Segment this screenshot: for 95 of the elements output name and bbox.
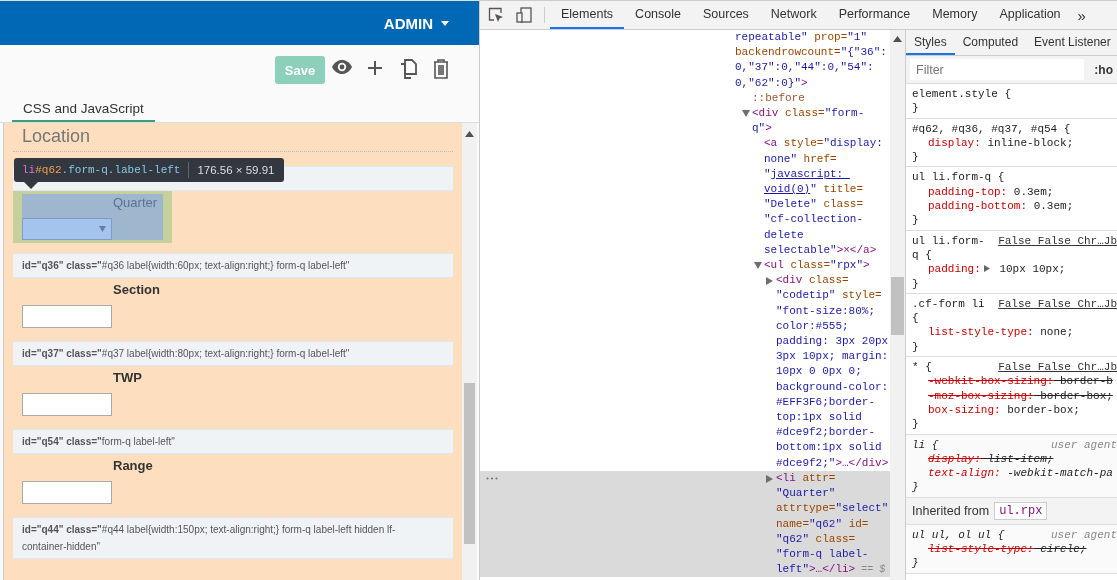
filter-field[interactable]: Filter <box>910 59 1085 80</box>
scrollbar[interactable] <box>462 123 477 580</box>
css-property: display: <box>928 452 981 465</box>
css-value: -webkit-match-pa <box>1006 467 1113 480</box>
user-menu-button[interactable]: ADMIN <box>383 14 449 32</box>
text-field[interactable] <box>22 481 112 504</box>
css-selector: ul li.form-q { <box>912 170 1005 185</box>
dropdown-field[interactable] <box>22 218 112 240</box>
css-property: display: <box>928 136 981 149</box>
scrollbar-thumb[interactable] <box>891 277 904 335</box>
scroll-up-arrow-icon[interactable] <box>893 36 902 42</box>
closing-brace: } <box>912 151 919 164</box>
tab[interactable]: Computed <box>954 30 1027 55</box>
css-value: 10px 10px; <box>998 263 1066 276</box>
code-tip: id="q37" class="#q37 label{width:80px; text-align:right;} form-q label-left" <box>13 341 453 366</box>
css-selector: li { <box>912 437 939 452</box>
field-label: TWP <box>112 369 142 387</box>
code-tip: id="q44" class="#q44 label{width:150px; text-align:right;} form-q label-left hidden lf-container-hidden" <box>13 517 453 559</box>
dom-node-text: <li attr= "Quarter" attrtype="select" name="q62" id= "q62" class= "form-q label- left">…</li> == $ <box>776 470 889 578</box>
section-title: Location <box>13 123 453 152</box>
css-property: -webkit-box-sizing: <box>928 375 1054 388</box>
css-value: list-item; <box>986 452 1054 465</box>
selected-dom-row[interactable]: <li attr= "Quarter" attrtype="select" name="q62" id= "q62" class= "form-q label- left">…</li> == $ <box>480 470 890 578</box>
element-selector: li#q62.form-q.label-left <box>22 164 181 176</box>
scroll-up-arrow-icon[interactable] <box>465 131 474 137</box>
tab[interactable]: Event Listener <box>1026 30 1117 55</box>
css-value: 0.3em; <box>1032 200 1074 213</box>
expand-triangle-icon[interactable] <box>983 265 990 273</box>
css-property: list-style-type: <box>928 326 1034 339</box>
field-label: Section <box>112 281 160 299</box>
css-value: none; <box>1039 326 1074 339</box>
devtools-tab[interactable]: Console <box>624 1 692 29</box>
devtools-tab[interactable]: Performance <box>827 1 922 29</box>
scrollbar-thumb[interactable] <box>464 383 475 544</box>
source-label: user agent <box>1050 527 1117 542</box>
eye-icon[interactable] <box>331 59 353 75</box>
text-field[interactable] <box>22 305 112 328</box>
closing-brace: } <box>912 340 919 353</box>
source-link[interactable]: False False Chr…Jb <box>992 360 1117 375</box>
css-value: circle; <box>1039 543 1087 555</box>
css-property: list-style-type: <box>928 543 1034 555</box>
collapse-triangle-icon[interactable] <box>754 262 764 270</box>
closing-brace: } <box>912 557 919 570</box>
devtools-tab[interactable]: Network <box>759 1 828 29</box>
field-label: Range <box>112 457 153 475</box>
css-selector: element.style { <box>912 87 1012 102</box>
dom-node-text: <div class= "codetip" style= "font-size:80%; color:#555; padding: 3px 20px 3px 10px; margin: 10px 0 0px 0; background-color: #EFF3F6;border- top:1px solid #dce9f2;border- bottom:1px solid #dce9f2;">…</div> <box>776 273 889 471</box>
css-value: border-box; <box>1006 403 1080 416</box>
dom-node-text: <div class="form- q"> <box>752 106 865 137</box>
dom-node-text: repeatable" prop="1" backendrowcount="{"36": 0,"37":0,"44":0,"54": 0,"62":0}"> <box>735 30 887 91</box>
code-tip: id="q54" class="form-q label-left" <box>13 429 453 454</box>
more-icon[interactable] <box>486 476 498 480</box>
code-tip: id="q36" class="#q36 label{width:60px; text-align:right;} form-q label-left" <box>13 253 453 278</box>
dom-node-text: <ul class="rpx"> <box>764 258 870 274</box>
closing-brace: } <box>912 102 919 115</box>
css-value: border-box; <box>1039 389 1113 402</box>
css-property: text-align: <box>928 467 1001 480</box>
text-field[interactable] <box>22 393 112 416</box>
css-selector: * { <box>912 360 932 375</box>
scrollbar[interactable] <box>890 30 905 580</box>
css-selector: ul ul, ol ul { <box>912 527 1005 542</box>
dropdown-arrow-icon <box>99 226 106 232</box>
css-property: -moz-box-sizing: <box>928 389 1034 402</box>
closing-brace: } <box>912 214 919 227</box>
inherited-selector[interactable]: ul.rpx <box>994 501 1048 520</box>
css-value: inline-block; <box>986 136 1074 149</box>
element-size: 176.56 × 59.91 <box>197 164 275 176</box>
css-property: padding-bottom: <box>928 200 1028 213</box>
css-property: box-sizing: <box>928 403 1001 416</box>
device-toolbar-icon[interactable] <box>516 7 532 23</box>
dom-node-text: <a style="display: none" href= "javascript: void(0)" title= "Delete" class= "cf-collection- delete selectable">×</a> <box>764 136 883 258</box>
css-selector: .cf-form li { <box>912 296 986 326</box>
source-link[interactable]: False False Chr…Jb <box>992 233 1117 248</box>
css-value: border-b <box>1059 375 1113 388</box>
css-selector: #q62, #q36, #q37, #q54 { <box>912 121 1071 136</box>
inherited-label: Inherited from <box>912 503 990 518</box>
devtools-tab[interactable]: Application <box>988 1 1072 29</box>
devtools-tab[interactable]: Memory <box>921 1 989 29</box>
devtools-tab[interactable]: Sources <box>692 1 760 29</box>
css-value: 0.3em; <box>1012 185 1054 198</box>
state-toggle[interactable]: :ho <box>1094 62 1113 77</box>
field-label: Quarter <box>112 194 158 212</box>
collapse-triangle-icon[interactable] <box>742 110 752 117</box>
source-link[interactable]: False False Chr…Jb <box>992 296 1117 312</box>
closing-brace: } <box>912 277 919 290</box>
caret-icon <box>441 20 449 26</box>
dom-node-text: ::before <box>752 90 805 106</box>
css-property: padding-top: <box>928 185 1008 198</box>
css-property: padding: <box>928 263 981 276</box>
more-tabs-button[interactable]: » <box>1071 1 1092 29</box>
source-label: user agent <box>1050 437 1117 452</box>
css-selector: ul li.form-q { <box>912 233 986 263</box>
closing-brace: } <box>912 481 919 494</box>
closing-brace: } <box>912 418 919 431</box>
inspect-icon[interactable] <box>488 7 504 23</box>
